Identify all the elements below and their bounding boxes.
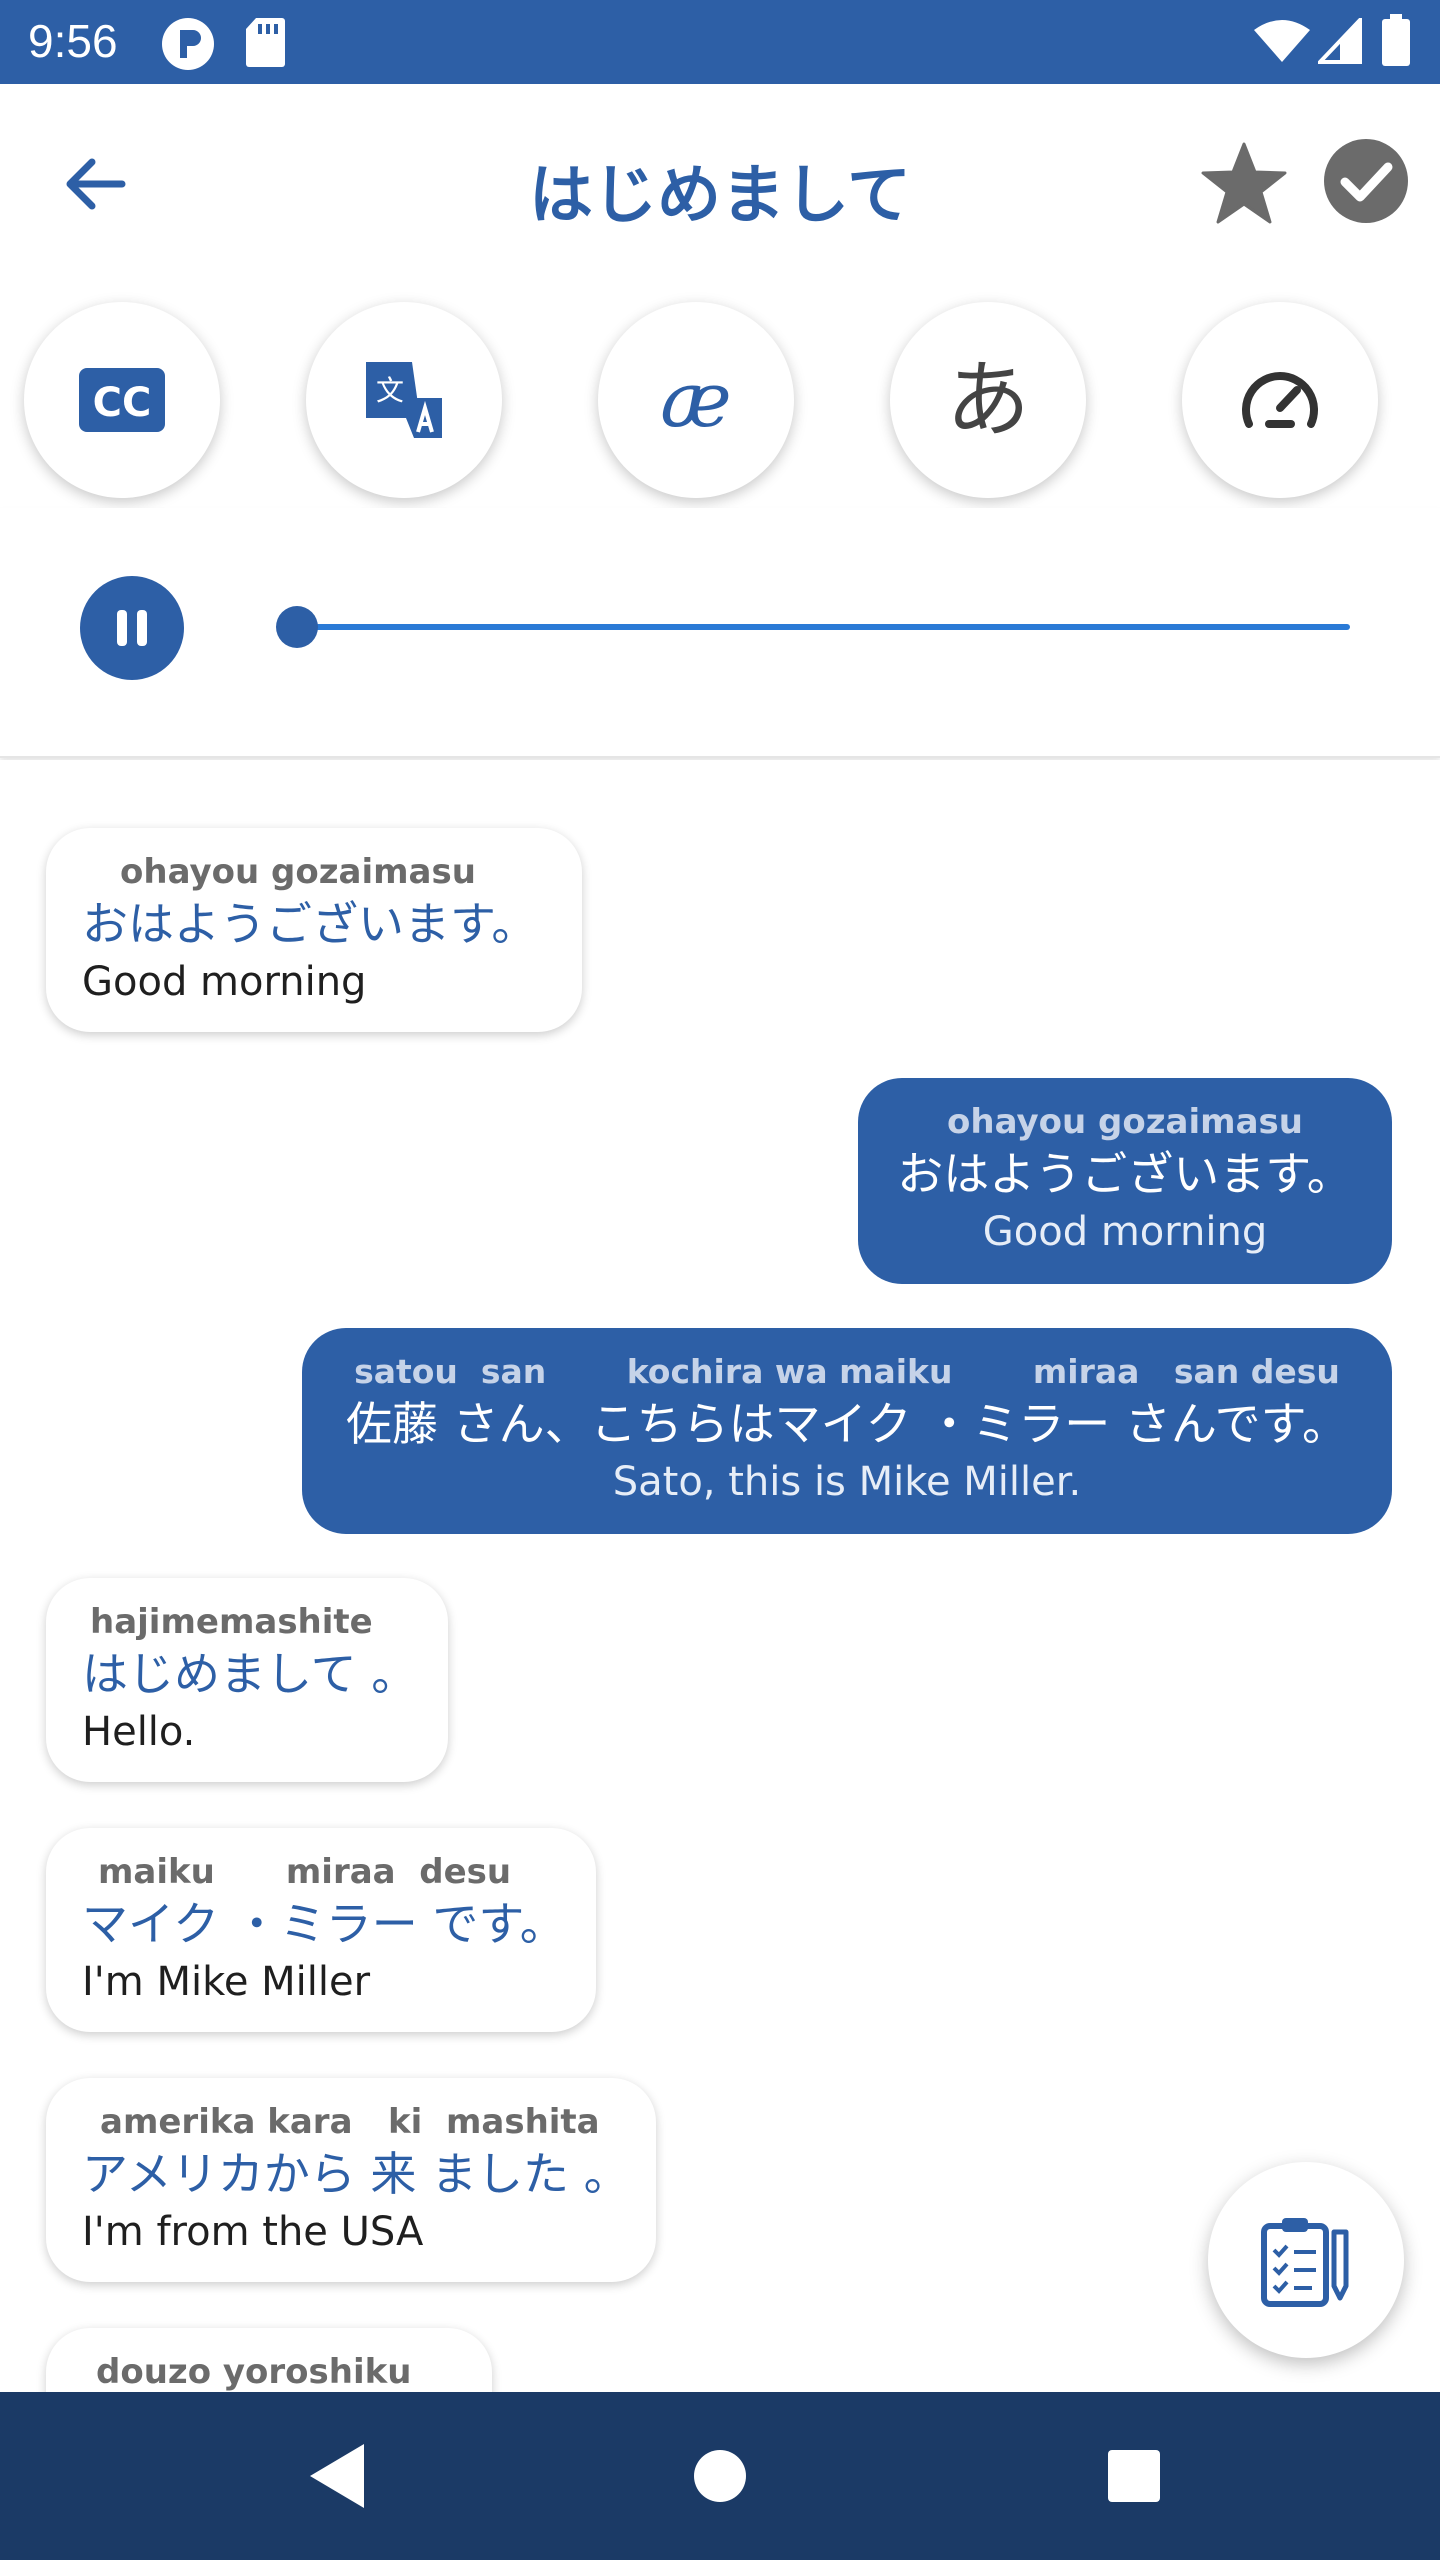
app-root: 9:56 はじめまして CC 文 æ あ ohayou gozaimasu おは… (0, 0, 1440, 2560)
battery-icon (1382, 14, 1410, 70)
hiragana-button[interactable]: あ (890, 302, 1086, 498)
message-japanese: マイク ・ミラー です。 (82, 1897, 566, 1951)
wifi-icon (1252, 20, 1312, 68)
pause-icon (117, 610, 127, 646)
hiragana-a-icon: あ (945, 351, 1030, 449)
progress-thumb[interactable] (276, 606, 318, 648)
phonetic-button[interactable]: æ (598, 302, 794, 498)
message-romaji: ohayou gozaimasu (947, 1102, 1303, 1142)
pause-icon-bar (137, 610, 147, 646)
message-bubble[interactable]: ohayou gozaimasu おはようございます。 Good morning (46, 828, 582, 1032)
nav-back-icon (310, 2444, 364, 2508)
message-english: Good morning (982, 1209, 1268, 1255)
message-romaji: satou san kochira wa maiku miraa san des… (354, 1352, 1340, 1391)
message-romaji: ohayou gozaimasu (120, 852, 476, 892)
toolbar: CC 文 æ あ (0, 280, 1440, 508)
message-japanese: 佐藤 さん、こちらはマイク ・ミラー さんです。 (345, 1397, 1349, 1451)
quiz-fab[interactable] (1208, 2162, 1404, 2358)
sd-card-icon (244, 16, 286, 72)
nav-recents-button[interactable] (1094, 2436, 1174, 2516)
message-japanese: おはようございます。 (82, 897, 538, 951)
clipboard-checklist-icon (1261, 2218, 1349, 2307)
message-english: I'm Mike Miller (82, 1959, 371, 2005)
translate-button[interactable]: 文 (306, 302, 502, 498)
p-circle-icon (160, 16, 216, 76)
message-english: Good morning (82, 959, 367, 1005)
progress-track[interactable] (296, 624, 1350, 630)
message-japanese: おはようございます。 (897, 1147, 1353, 1201)
message-japanese: アメリカから 来 ました 。 (82, 2147, 630, 2201)
message-english: Sato, this is Mike Miller. (612, 1459, 1082, 1505)
header: はじめまして (0, 84, 1440, 280)
message-bubble[interactable]: satou san kochira wa maiku miraa san des… (302, 1328, 1392, 1534)
message-romaji: maiku miraa desu (98, 1852, 512, 1892)
translate-label: 文 (376, 374, 404, 407)
status-time: 9:56 (28, 15, 118, 67)
signal-icon (1315, 15, 1362, 68)
star-icon (1201, 142, 1287, 224)
nav-back-button[interactable] (300, 2436, 380, 2516)
translate-icon: 文 (366, 362, 442, 438)
message-bubble[interactable]: douzo yoroshiku (46, 2328, 492, 2392)
favorite-button[interactable] (1198, 138, 1290, 230)
complete-button[interactable] (1323, 138, 1409, 224)
check-circle-icon (1324, 139, 1408, 223)
nav-recents-icon (1108, 2450, 1160, 2502)
message-bubble[interactable]: hajimemashite はじめまして 。 Hello. (46, 1578, 448, 1782)
message-english: Hello. (82, 1709, 196, 1755)
cc-icon: CC (79, 368, 165, 432)
cc-button[interactable]: CC (24, 302, 220, 498)
speedometer-icon (1242, 372, 1318, 428)
message-japanese: はじめまして 。 (82, 1647, 418, 1701)
speed-button[interactable] (1182, 302, 1378, 498)
message-bubble[interactable]: maiku miraa desu マイク ・ミラー です。 I'm Mike M… (46, 1828, 596, 2032)
nav-home-button[interactable] (680, 2436, 760, 2516)
audio-player (0, 508, 1440, 758)
message-bubble[interactable]: ohayou gozaimasu おはようございます。 Good morning (858, 1078, 1392, 1284)
message-romaji: amerika kara ki mashita (100, 2102, 600, 2142)
message-bubble[interactable]: amerika kara ki mashita アメリカから 来 ました 。 I… (46, 2078, 656, 2282)
dialogue-list: ohayou gozaimasu おはようございます。 Good morning… (0, 760, 1440, 2392)
ae-ligature-icon: æ (660, 355, 732, 444)
system-nav-bar (0, 2392, 1440, 2560)
cc-label: CC (93, 380, 152, 426)
pause-button[interactable] (80, 576, 184, 680)
message-romaji: douzo yoroshiku (96, 2352, 412, 2392)
message-romaji: hajimemashite (90, 1602, 373, 1642)
status-bar: 9:56 (0, 0, 1440, 84)
nav-home-icon (694, 2450, 746, 2502)
message-english: I'm from the USA (82, 2209, 424, 2255)
